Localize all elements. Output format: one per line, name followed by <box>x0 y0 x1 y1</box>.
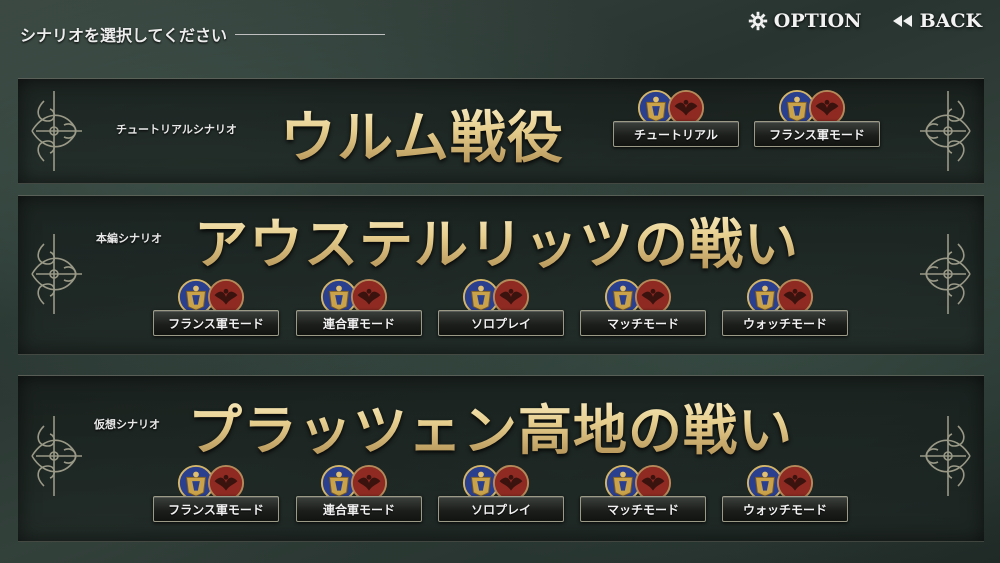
mode-solo[interactable]: ソロプレイ <box>438 278 564 338</box>
scenario-subtitle: 仮想シナリオ <box>94 418 160 431</box>
mode-button-label: マッチモード <box>580 496 706 522</box>
flourish-right-icon <box>916 81 978 181</box>
scenario-title: ウルム戦役 <box>280 93 564 174</box>
option-label: OPTION <box>773 10 862 32</box>
page-title-text: シナリオを選択してください <box>20 26 228 45</box>
mode-button-label: チュートリアル <box>613 121 739 147</box>
mode-allied[interactable]: 連合軍モード <box>296 278 422 338</box>
mode-french[interactable]: フランス軍モード <box>153 464 279 524</box>
mode-button-label: ウォッチモード <box>722 310 848 336</box>
scenario-subtitle: チュートリアルシナリオ <box>116 123 237 136</box>
mode-match[interactable]: マッチモード <box>580 278 706 338</box>
page-title: シナリオを選択してください <box>20 22 386 46</box>
flourish-left-icon <box>24 81 86 181</box>
top-nav: OPTION BACK <box>748 10 982 32</box>
gear-icon <box>748 11 768 31</box>
mode-tutorial[interactable]: チュートリアル <box>613 89 739 149</box>
mode-match[interactable]: マッチモード <box>580 464 706 524</box>
scenario-title: アウステルリッツの戦い <box>194 200 799 279</box>
mode-button-label: ソロプレイ <box>438 496 564 522</box>
mode-button-label: フランス軍モード <box>754 121 880 147</box>
back-label: BACK <box>919 10 982 32</box>
mode-watch[interactable]: ウォッチモード <box>722 464 848 524</box>
scenario-panel-ulm: チュートリアルシナリオ ウルム戦役 チュートリアル フランス軍モード <box>18 78 984 184</box>
mode-watch[interactable]: ウォッチモード <box>722 278 848 338</box>
rewind-icon <box>892 14 914 28</box>
flourish-left-icon <box>24 406 86 506</box>
flourish-right-icon <box>916 406 978 506</box>
mode-button-label: ソロプレイ <box>438 310 564 336</box>
mode-button-label: 連合軍モード <box>296 310 422 336</box>
mode-french[interactable]: フランス軍モード <box>754 89 880 149</box>
flourish-left-icon <box>24 224 86 324</box>
flourish-right-icon <box>916 224 978 324</box>
mode-allied[interactable]: 連合軍モード <box>296 464 422 524</box>
scenario-subtitle: 本編シナリオ <box>96 232 162 245</box>
option-button[interactable]: OPTION <box>748 10 862 32</box>
back-button[interactable]: BACK <box>892 10 982 32</box>
mode-button-label: フランス軍モード <box>153 496 279 522</box>
scenario-panel-austerlitz: 本編シナリオ アウステルリッツの戦い フランス軍モード 連合軍モード ソロプレイ… <box>18 195 984 355</box>
mode-button-label: ウォッチモード <box>722 496 848 522</box>
scenario-title: プラッツェン高地の戦い <box>188 386 793 465</box>
mode-button-label: 連合軍モード <box>296 496 422 522</box>
mode-solo[interactable]: ソロプレイ <box>438 464 564 524</box>
mode-button-label: マッチモード <box>580 310 706 336</box>
mode-french[interactable]: フランス軍モード <box>153 278 279 338</box>
title-rule <box>235 33 386 35</box>
scenario-panel-pratzen: 仮想シナリオ プラッツェン高地の戦い フランス軍モード 連合軍モード ソロプレイ… <box>18 375 984 542</box>
mode-button-label: フランス軍モード <box>153 310 279 336</box>
